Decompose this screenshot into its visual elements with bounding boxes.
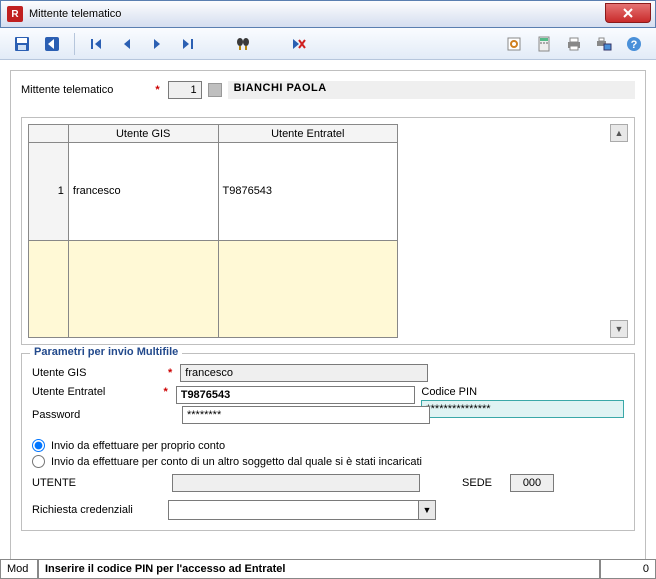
status-count: 0: [600, 559, 656, 579]
toolbar: ?: [0, 28, 656, 60]
label-codice-pin: Codice PIN: [421, 386, 624, 398]
col-rownum: [29, 125, 69, 143]
users-table-panel: Utente GIS Utente Entratel 1 francesco T…: [21, 117, 635, 345]
label-utente-entratel: Utente Entratel: [32, 386, 157, 398]
prev-record-button[interactable]: [113, 31, 141, 57]
status-mode: Mod: [0, 559, 38, 579]
main-panel: Mittente telematico * 1 BIANCHI PAOLA Ut…: [10, 70, 646, 568]
cell-rownum: 1: [29, 143, 69, 241]
col-utente-entratel: Utente Entratel: [218, 125, 398, 143]
radio-proprio-conto-label: Invio da effettuare per proprio conto: [51, 440, 225, 452]
next-record-button[interactable]: [143, 31, 171, 57]
utente-gis-field[interactable]: [180, 364, 428, 382]
print-screen-button[interactable]: [590, 31, 618, 57]
close-button[interactable]: [605, 3, 651, 23]
save-button[interactable]: [8, 31, 36, 57]
utente-entratel-field[interactable]: [176, 386, 416, 404]
report-button[interactable]: [500, 31, 528, 57]
mittente-name-field: BIANCHI PAOLA: [228, 81, 635, 99]
utente-field[interactable]: [172, 474, 420, 492]
cell-entratel[interactable]: [218, 240, 398, 338]
label-sede: SEDE: [462, 477, 492, 489]
mittente-label: Mittente telematico: [21, 84, 113, 96]
help-button[interactable]: ?: [620, 31, 648, 57]
chevron-down-icon[interactable]: ▼: [418, 500, 436, 520]
radio-altro-soggetto-label: Invio da effettuare per conto di un altr…: [51, 456, 422, 468]
table-scrollbar[interactable]: ▲ ▼: [610, 124, 628, 338]
cancel-record-button[interactable]: [285, 31, 313, 57]
sede-field[interactable]: 000: [510, 474, 554, 492]
label-utente: UTENTE: [32, 477, 162, 489]
cell-entratel[interactable]: T9876543: [218, 143, 398, 241]
cell-rownum: [29, 240, 69, 338]
required-asterisk: *: [155, 84, 161, 96]
radio-proprio-conto[interactable]: Invio da effettuare per proprio conto: [32, 439, 624, 452]
label-password: Password: [32, 409, 162, 421]
first-record-button[interactable]: [83, 31, 111, 57]
back-button[interactable]: [38, 31, 66, 57]
cell-gis[interactable]: [68, 240, 218, 338]
find-button[interactable]: [229, 31, 257, 57]
window-title: Mittente telematico: [29, 8, 121, 20]
table-row[interactable]: 1 francesco T9876543: [29, 143, 398, 241]
scroll-up-icon[interactable]: ▲: [610, 124, 628, 142]
col-utente-gis: Utente GIS: [68, 125, 218, 143]
status-bar: Mod Inserire il codice PIN per l'accesso…: [0, 559, 656, 579]
codice-pin-field[interactable]: [421, 400, 624, 418]
app-icon: R: [7, 6, 23, 22]
calculator-button[interactable]: [530, 31, 558, 57]
label-richiesta-credenziali: Richiesta credenziali: [32, 504, 162, 516]
svg-text:?: ?: [631, 39, 638, 51]
last-record-button[interactable]: [173, 31, 201, 57]
combo-input[interactable]: [168, 500, 418, 520]
lookup-button[interactable]: [208, 83, 222, 97]
print-button[interactable]: [560, 31, 588, 57]
mittente-number-field[interactable]: 1: [168, 81, 202, 99]
radio-altro-soggetto[interactable]: Invio da effettuare per conto di un altr…: [32, 455, 624, 468]
users-table: Utente GIS Utente Entratel 1 francesco T…: [28, 124, 398, 338]
titlebar: R Mittente telematico: [0, 0, 656, 28]
label-utente-gis: Utente GIS: [32, 367, 162, 379]
scroll-down-icon[interactable]: ▼: [610, 320, 628, 338]
fieldset-legend: Parametri per invio Multifile: [30, 346, 182, 358]
status-message: Inserire il codice PIN per l'accesso ad …: [38, 559, 600, 579]
multifile-params-fieldset: Parametri per invio Multifile Utente GIS…: [21, 353, 635, 531]
password-field[interactable]: [182, 406, 430, 424]
header-row: Mittente telematico * 1 BIANCHI PAOLA: [21, 81, 635, 107]
radio-proprio-conto-input[interactable]: [32, 439, 45, 452]
richiesta-credenziali-combo[interactable]: ▼: [168, 500, 436, 520]
radio-altro-soggetto-input[interactable]: [32, 455, 45, 468]
cell-gis[interactable]: francesco: [68, 143, 218, 241]
table-row[interactable]: [29, 240, 398, 338]
